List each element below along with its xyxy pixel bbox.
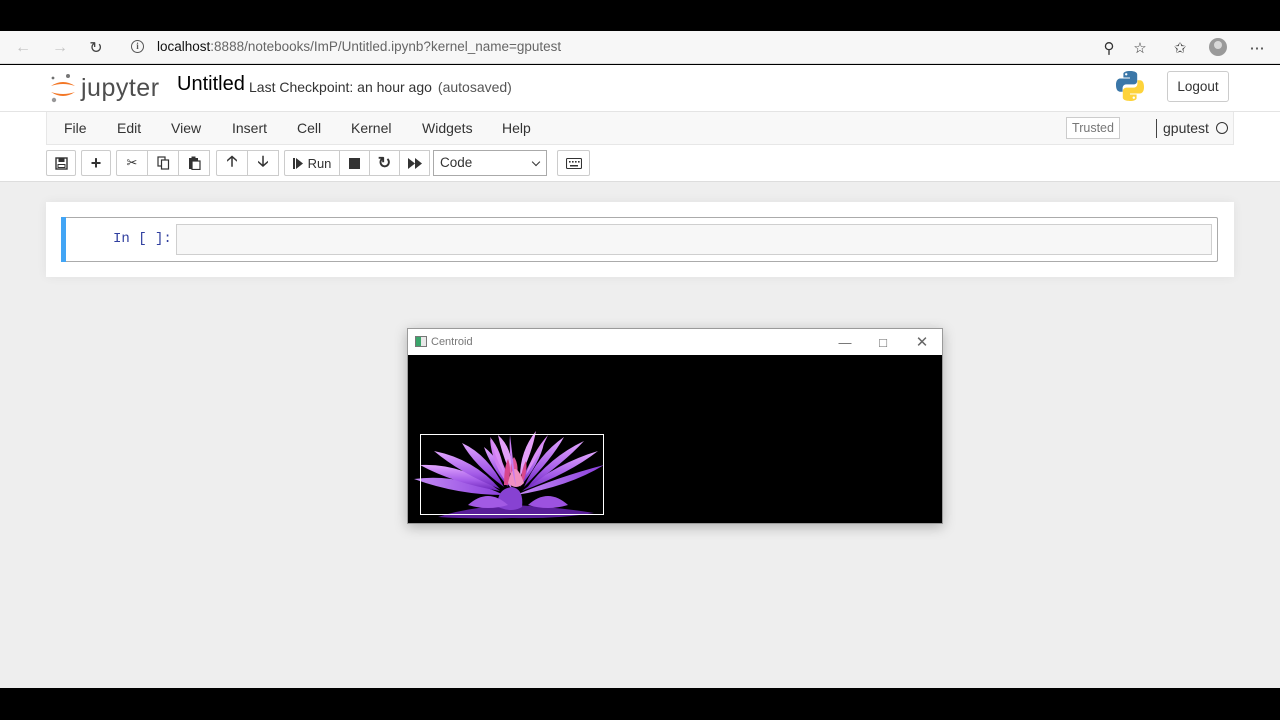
jupyter-logo-icon: [51, 74, 75, 103]
notebook-name[interactable]: Untitled: [177, 73, 245, 96]
menubar: File Edit View Insert Cell Kernel Widget…: [46, 112, 1234, 145]
arrow-down-icon: 🡣: [257, 152, 269, 170]
arrow-up-icon: 🡡: [226, 152, 238, 170]
url-path: :8888/notebooks/ImP/Untitled.ipynb?kerne…: [210, 39, 562, 54]
stop-icon: [349, 157, 360, 169]
menu-widgets[interactable]: Widgets: [422, 120, 473, 136]
cut-button[interactable]: ✂: [116, 150, 148, 176]
menu-file[interactable]: File: [64, 120, 87, 136]
menu-help[interactable]: Help: [502, 120, 531, 136]
paste-button[interactable]: [178, 150, 210, 176]
move-up-button[interactable]: 🡡: [216, 150, 248, 176]
code-cell[interactable]: In [ ]:: [61, 217, 1218, 262]
header-divider: [0, 181, 1280, 182]
minimize-icon[interactable]: —: [834, 332, 856, 352]
paste-icon: [188, 156, 201, 170]
run-label: Run: [307, 155, 332, 171]
window-titlebar[interactable]: Centroid — □ ✕: [408, 329, 942, 355]
more-icon[interactable]: ⋯: [1246, 37, 1268, 59]
logout-button[interactable]: Logout: [1167, 71, 1229, 102]
python-logo-icon: [1116, 71, 1144, 101]
menu-cell[interactable]: Cell: [297, 120, 321, 136]
move-down-button[interactable]: 🡣: [247, 150, 279, 176]
forward-arrow-icon[interactable]: →: [49, 37, 71, 59]
command-palette-button[interactable]: [557, 150, 590, 176]
kernel-idle-icon: [1216, 122, 1228, 134]
menu-view[interactable]: View: [171, 120, 201, 136]
interrupt-button[interactable]: [339, 150, 370, 176]
address-bar[interactable]: i localhost:8888/notebooks/ImP/Untitled.…: [122, 35, 1162, 60]
star-icon[interactable]: ☆: [1129, 37, 1151, 59]
notebook-header: jupyter Untitled Last Checkpoint: an hou…: [0, 65, 1280, 112]
url-text[interactable]: localhost:8888/notebooks/ImP/Untitled.ip…: [157, 39, 561, 54]
favorites-icon[interactable]: ✩: [1169, 37, 1191, 59]
back-arrow-icon[interactable]: ←: [12, 37, 34, 59]
jupyter-wordmark: jupyter: [81, 74, 160, 102]
jupyter-logo[interactable]: jupyter: [50, 71, 170, 105]
info-icon[interactable]: i: [131, 40, 144, 53]
profile-icon[interactable]: [1209, 38, 1227, 56]
keyboard-icon: [565, 157, 582, 169]
copy-icon: [156, 156, 169, 170]
bounding-box: [420, 434, 604, 515]
refresh-icon[interactable]: ↻: [85, 37, 107, 59]
restart-icon: ↻: [377, 155, 392, 172]
menu-kernel[interactable]: Kernel: [351, 120, 391, 136]
kernel-divider: [1156, 119, 1157, 138]
save-icon: [54, 156, 68, 170]
kernel-name[interactable]: gputest: [1163, 120, 1209, 136]
close-icon[interactable]: ✕: [911, 332, 933, 352]
scissors-icon: ✂: [126, 155, 138, 170]
url-host: localhost: [157, 39, 211, 54]
notebook-container: In [ ]:: [46, 202, 1234, 277]
save-button[interactable]: [46, 150, 76, 176]
image-canvas: [408, 355, 942, 523]
plus-icon: +: [90, 152, 102, 173]
cell-type-select[interactable]: Code: [433, 150, 547, 176]
fast-forward-icon: [407, 157, 422, 169]
chevron-down-icon: [531, 157, 541, 167]
restart-button[interactable]: ↻: [369, 150, 400, 176]
notebook-toolbar: + ✂ 🡡 🡣 Run ↻ Code: [0, 148, 1280, 182]
letterbox-bottom: [0, 688, 1280, 720]
restart-run-all-button[interactable]: [399, 150, 430, 176]
trusted-badge[interactable]: Trusted: [1066, 117, 1120, 139]
window-app-icon: [415, 336, 427, 347]
step-forward-icon: [292, 157, 303, 169]
autosave-text: (autosaved): [437, 79, 512, 95]
maximize-icon[interactable]: □: [872, 332, 894, 352]
checkpoint-status: Last Checkpoint: an hour ago (autosaved): [249, 79, 512, 95]
checkpoint-text: Last Checkpoint: an hour ago: [249, 79, 432, 95]
browser-toolbar: ← → ↻ i localhost:8888/notebooks/ImP/Unt…: [0, 31, 1280, 64]
zoom-icon[interactable]: ⚲: [1098, 37, 1120, 59]
code-input-area[interactable]: [176, 224, 1212, 255]
copy-button[interactable]: [147, 150, 179, 176]
centroid-window[interactable]: Centroid — □ ✕: [407, 328, 943, 524]
input-prompt: In [ ]:: [113, 231, 172, 247]
cell-type-value: Code: [440, 155, 473, 170]
window-title: Centroid: [431, 336, 473, 348]
cell-selected-indicator: [61, 217, 66, 262]
add-cell-button[interactable]: +: [81, 150, 111, 176]
menu-insert[interactable]: Insert: [232, 120, 267, 136]
menu-edit[interactable]: Edit: [117, 120, 141, 136]
run-button[interactable]: Run: [284, 150, 340, 176]
